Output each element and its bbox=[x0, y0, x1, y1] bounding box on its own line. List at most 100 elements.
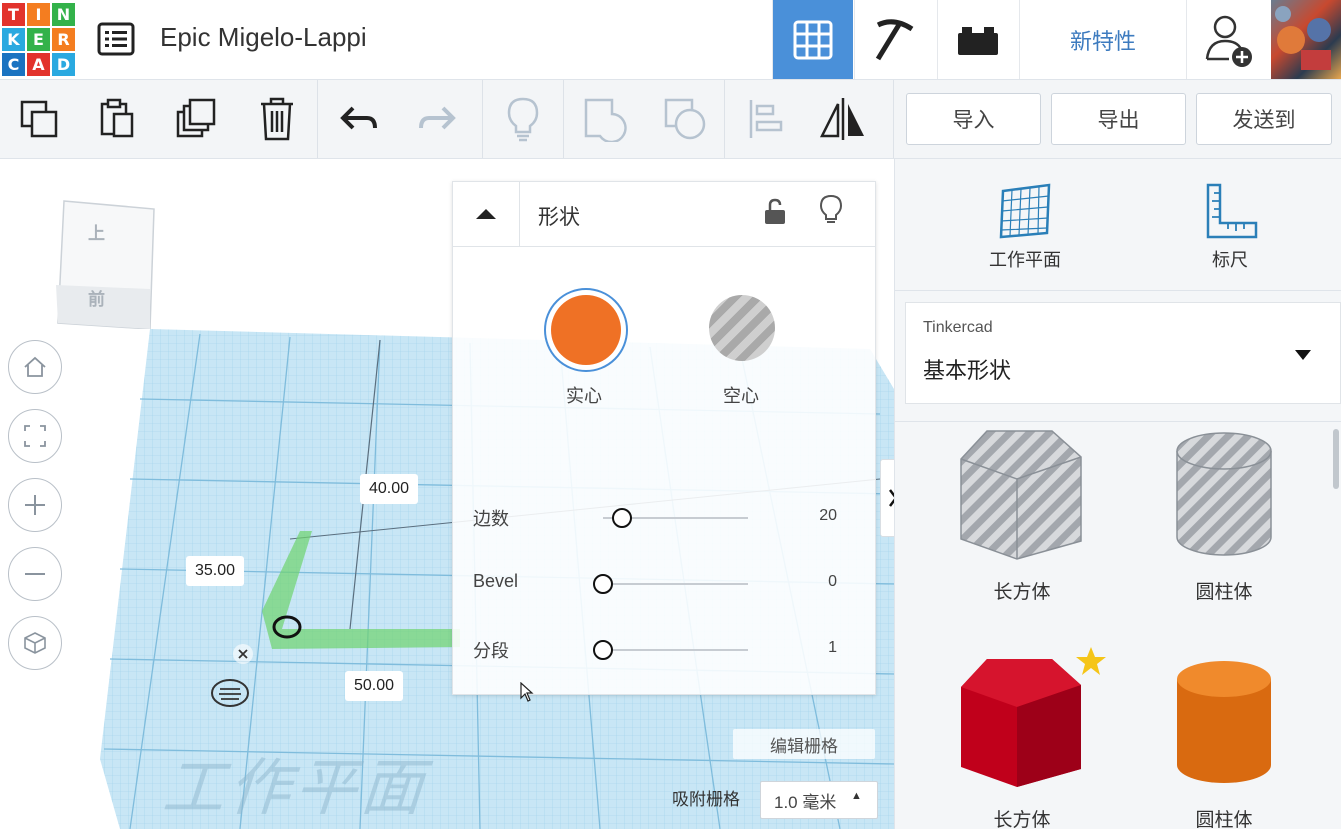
shape-cylinder-hole[interactable]: 圆柱体 bbox=[1159, 421, 1289, 604]
delete-button[interactable] bbox=[252, 94, 302, 144]
panel-toggle-button[interactable] bbox=[880, 459, 894, 537]
inspector-title: 形状 bbox=[538, 206, 580, 229]
minus-icon bbox=[25, 573, 45, 575]
logo-letter: A bbox=[27, 53, 50, 76]
invite-user-button[interactable] bbox=[1186, 0, 1271, 79]
logo-letter: C bbox=[2, 53, 25, 76]
unlock-icon bbox=[765, 198, 785, 224]
ruler-tool[interactable]: 标尺 bbox=[1160, 181, 1300, 272]
toolbar-divider bbox=[482, 80, 483, 158]
plus-icon bbox=[25, 495, 45, 515]
slider-label: 分段 bbox=[473, 641, 509, 661]
slider-knob[interactable] bbox=[593, 640, 613, 660]
slider-knob[interactable] bbox=[611, 508, 632, 528]
shape-box-hole[interactable]: 长方体 bbox=[957, 421, 1087, 604]
tab-3d-design[interactable] bbox=[772, 0, 853, 79]
ungroup-button[interactable] bbox=[660, 94, 710, 144]
logo-letter: R bbox=[52, 28, 75, 51]
align-button[interactable] bbox=[740, 94, 790, 144]
edit-grid-button[interactable]: 编辑栅格 bbox=[733, 729, 875, 759]
fit-icon bbox=[24, 425, 46, 447]
scrollbar[interactable] bbox=[1333, 429, 1339, 489]
logo-letter: T bbox=[2, 3, 25, 26]
grid-icon bbox=[793, 20, 833, 59]
shape-box[interactable]: 长方体 bbox=[957, 647, 1106, 832]
paste-icon bbox=[100, 98, 134, 138]
favorite-star-icon[interactable] bbox=[1075, 645, 1107, 677]
solid-label: 实心 bbox=[566, 386, 602, 406]
slider-track[interactable] bbox=[603, 649, 748, 651]
home-icon bbox=[24, 356, 46, 377]
logo-letter: K bbox=[2, 28, 25, 51]
box-hole-icon bbox=[960, 430, 1082, 560]
panel-divider bbox=[895, 290, 1341, 291]
toolbar-divider bbox=[563, 80, 564, 158]
slider-value[interactable]: 0 bbox=[828, 573, 837, 591]
design-title[interactable]: Epic Migelo-Lappi bbox=[160, 22, 367, 53]
slider-value[interactable]: 20 bbox=[819, 507, 837, 525]
segments-slider-row: 分段 1 bbox=[453, 629, 875, 669]
solid-swatch bbox=[551, 295, 621, 365]
send-to-button[interactable]: 发送到 bbox=[1196, 93, 1332, 145]
lock-button[interactable] bbox=[763, 198, 787, 226]
hole-button[interactable] bbox=[709, 295, 775, 361]
import-button[interactable]: 导入 bbox=[906, 93, 1041, 145]
mirror-button[interactable] bbox=[818, 94, 868, 144]
shape-inspector: 形状 实心 空心 边数 20 Bevel 0 分段 1 bbox=[452, 181, 876, 695]
duplicate-button[interactable] bbox=[172, 94, 222, 144]
dimension-width-label[interactable]: 40.00 bbox=[360, 474, 419, 504]
avatar[interactable] bbox=[1271, 0, 1341, 79]
trash-icon bbox=[261, 97, 293, 141]
redo-button[interactable] bbox=[412, 94, 462, 144]
bevel-slider-row: Bevel 0 bbox=[453, 563, 875, 603]
export-button[interactable]: 导出 bbox=[1051, 93, 1186, 145]
snap-grid-select[interactable]: 1.0 毫米 ▲ bbox=[760, 781, 878, 819]
library-source: Tinkercad bbox=[923, 319, 993, 336]
toolbar-divider bbox=[317, 80, 318, 158]
solid-button[interactable] bbox=[544, 288, 628, 372]
slider-track[interactable] bbox=[603, 583, 748, 585]
workplane-tool[interactable]: 工作平面 bbox=[955, 181, 1095, 272]
caret-up-icon bbox=[476, 209, 496, 219]
tab-bricks[interactable] bbox=[937, 0, 1018, 79]
shape-library-select[interactable]: Tinkercad 基本形状 bbox=[905, 302, 1341, 404]
shape-cylinder[interactable]: 圆柱体 bbox=[1159, 649, 1289, 832]
paste-button[interactable] bbox=[92, 94, 142, 144]
box-icon bbox=[961, 659, 1081, 787]
new-features-link[interactable]: 新特性 bbox=[1019, 0, 1186, 79]
workplane-watermark: 工作平面 bbox=[156, 754, 444, 823]
slider-value[interactable]: 1 bbox=[828, 639, 837, 657]
slider-knob[interactable] bbox=[593, 574, 613, 594]
copy-icon bbox=[20, 100, 58, 138]
shape-label: 圆柱体 bbox=[1195, 582, 1253, 603]
top-bar: T I N K E R C A D Epic Migelo-Lappi 新特性 bbox=[0, 0, 1341, 80]
design-list-button[interactable] bbox=[96, 19, 136, 59]
tinkercad-logo[interactable]: T I N K E R C A D bbox=[2, 3, 75, 76]
brick-icon bbox=[958, 26, 998, 55]
add-user-icon bbox=[1205, 15, 1252, 67]
tab-blocks[interactable] bbox=[854, 0, 935, 79]
view-cube-top[interactable]: 上 bbox=[88, 219, 105, 244]
home-view-button[interactable] bbox=[8, 340, 62, 394]
view-cube-front[interactable]: 前 bbox=[88, 285, 105, 310]
dimension-length-label[interactable]: 50.00 bbox=[345, 671, 404, 701]
ungroup-icon bbox=[664, 98, 706, 140]
dimension-depth-label[interactable]: 35.00 bbox=[186, 556, 245, 586]
list-icon bbox=[97, 22, 135, 56]
zoom-out-button[interactable] bbox=[8, 547, 62, 601]
perspective-button[interactable] bbox=[8, 616, 62, 670]
collapse-inspector-button[interactable] bbox=[453, 182, 520, 246]
ruler-origin-marker[interactable] bbox=[210, 677, 250, 709]
group-button[interactable] bbox=[580, 94, 630, 144]
view-cube[interactable]: 上 前 bbox=[46, 199, 156, 330]
mirror-icon bbox=[819, 98, 864, 140]
undo-button[interactable] bbox=[334, 94, 384, 144]
inspector-divider bbox=[453, 246, 875, 247]
group-icon bbox=[584, 98, 627, 142]
hide-button[interactable] bbox=[819, 194, 843, 226]
copy-button[interactable] bbox=[14, 94, 64, 144]
fit-view-button[interactable] bbox=[8, 409, 62, 463]
zoom-in-button[interactable] bbox=[8, 478, 62, 532]
close-marker[interactable] bbox=[232, 643, 254, 665]
notes-button[interactable] bbox=[498, 94, 548, 144]
